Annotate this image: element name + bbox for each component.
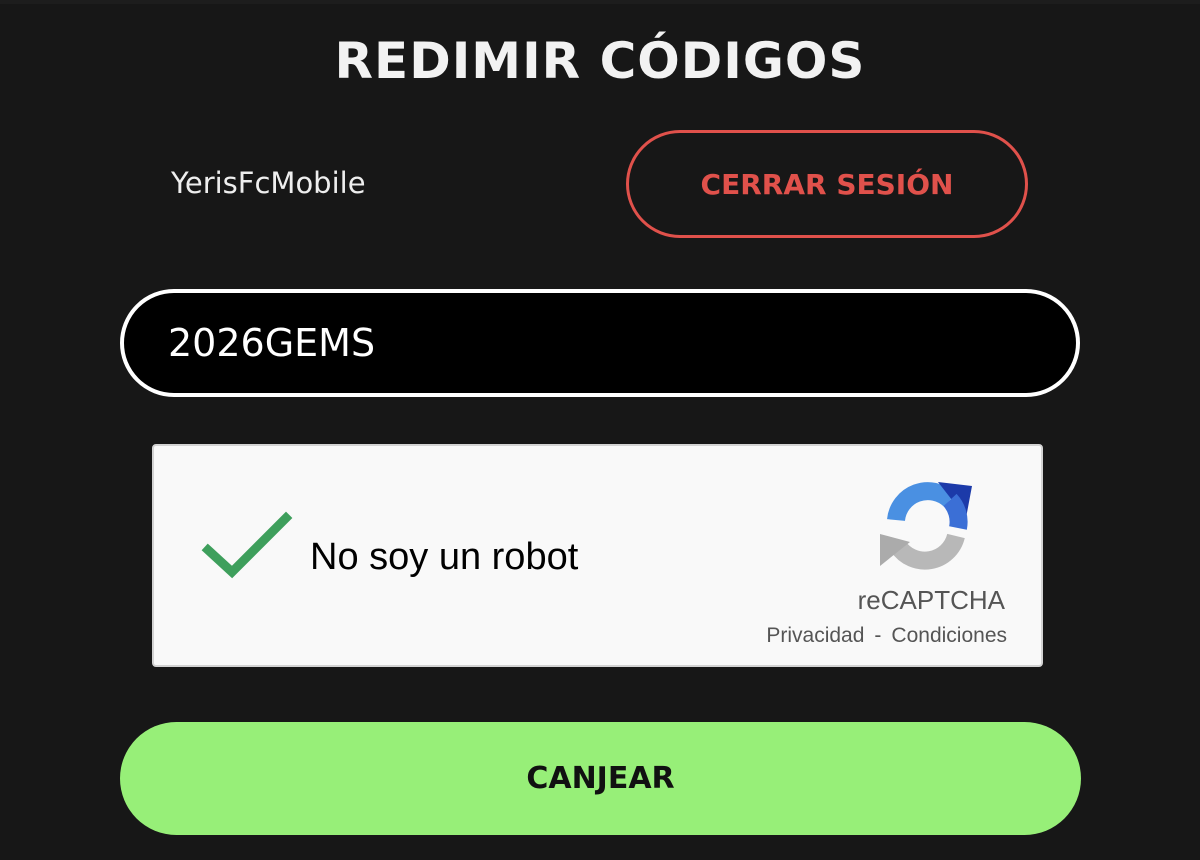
logout-button[interactable]: CERRAR SESIÓN — [626, 130, 1028, 238]
code-input[interactable] — [124, 293, 1076, 393]
privacy-link[interactable]: Privacidad — [766, 624, 864, 647]
captcha-label: No soy un robot — [310, 536, 579, 578]
top-strip — [0, 0, 1200, 4]
recaptcha-logo-icon — [876, 476, 976, 576]
terms-link[interactable]: Condiciones — [891, 624, 1007, 647]
link-separator: - — [874, 624, 882, 647]
redeem-button[interactable]: CANJEAR — [120, 722, 1081, 835]
recaptcha-brand: reCAPTCHA — [857, 585, 1005, 615]
captcha-links: Privacidad - Condiciones — [766, 622, 1007, 650]
code-input-container — [120, 289, 1080, 397]
recaptcha-widget: No soy un robot reCAPTCHA Privacidad - Con… — [152, 444, 1043, 667]
username-label: YerisFcMobile — [171, 166, 366, 200]
page-title: REDIMIR CÓDIGOS — [334, 32, 866, 90]
checkmark-icon[interactable] — [200, 510, 296, 586]
